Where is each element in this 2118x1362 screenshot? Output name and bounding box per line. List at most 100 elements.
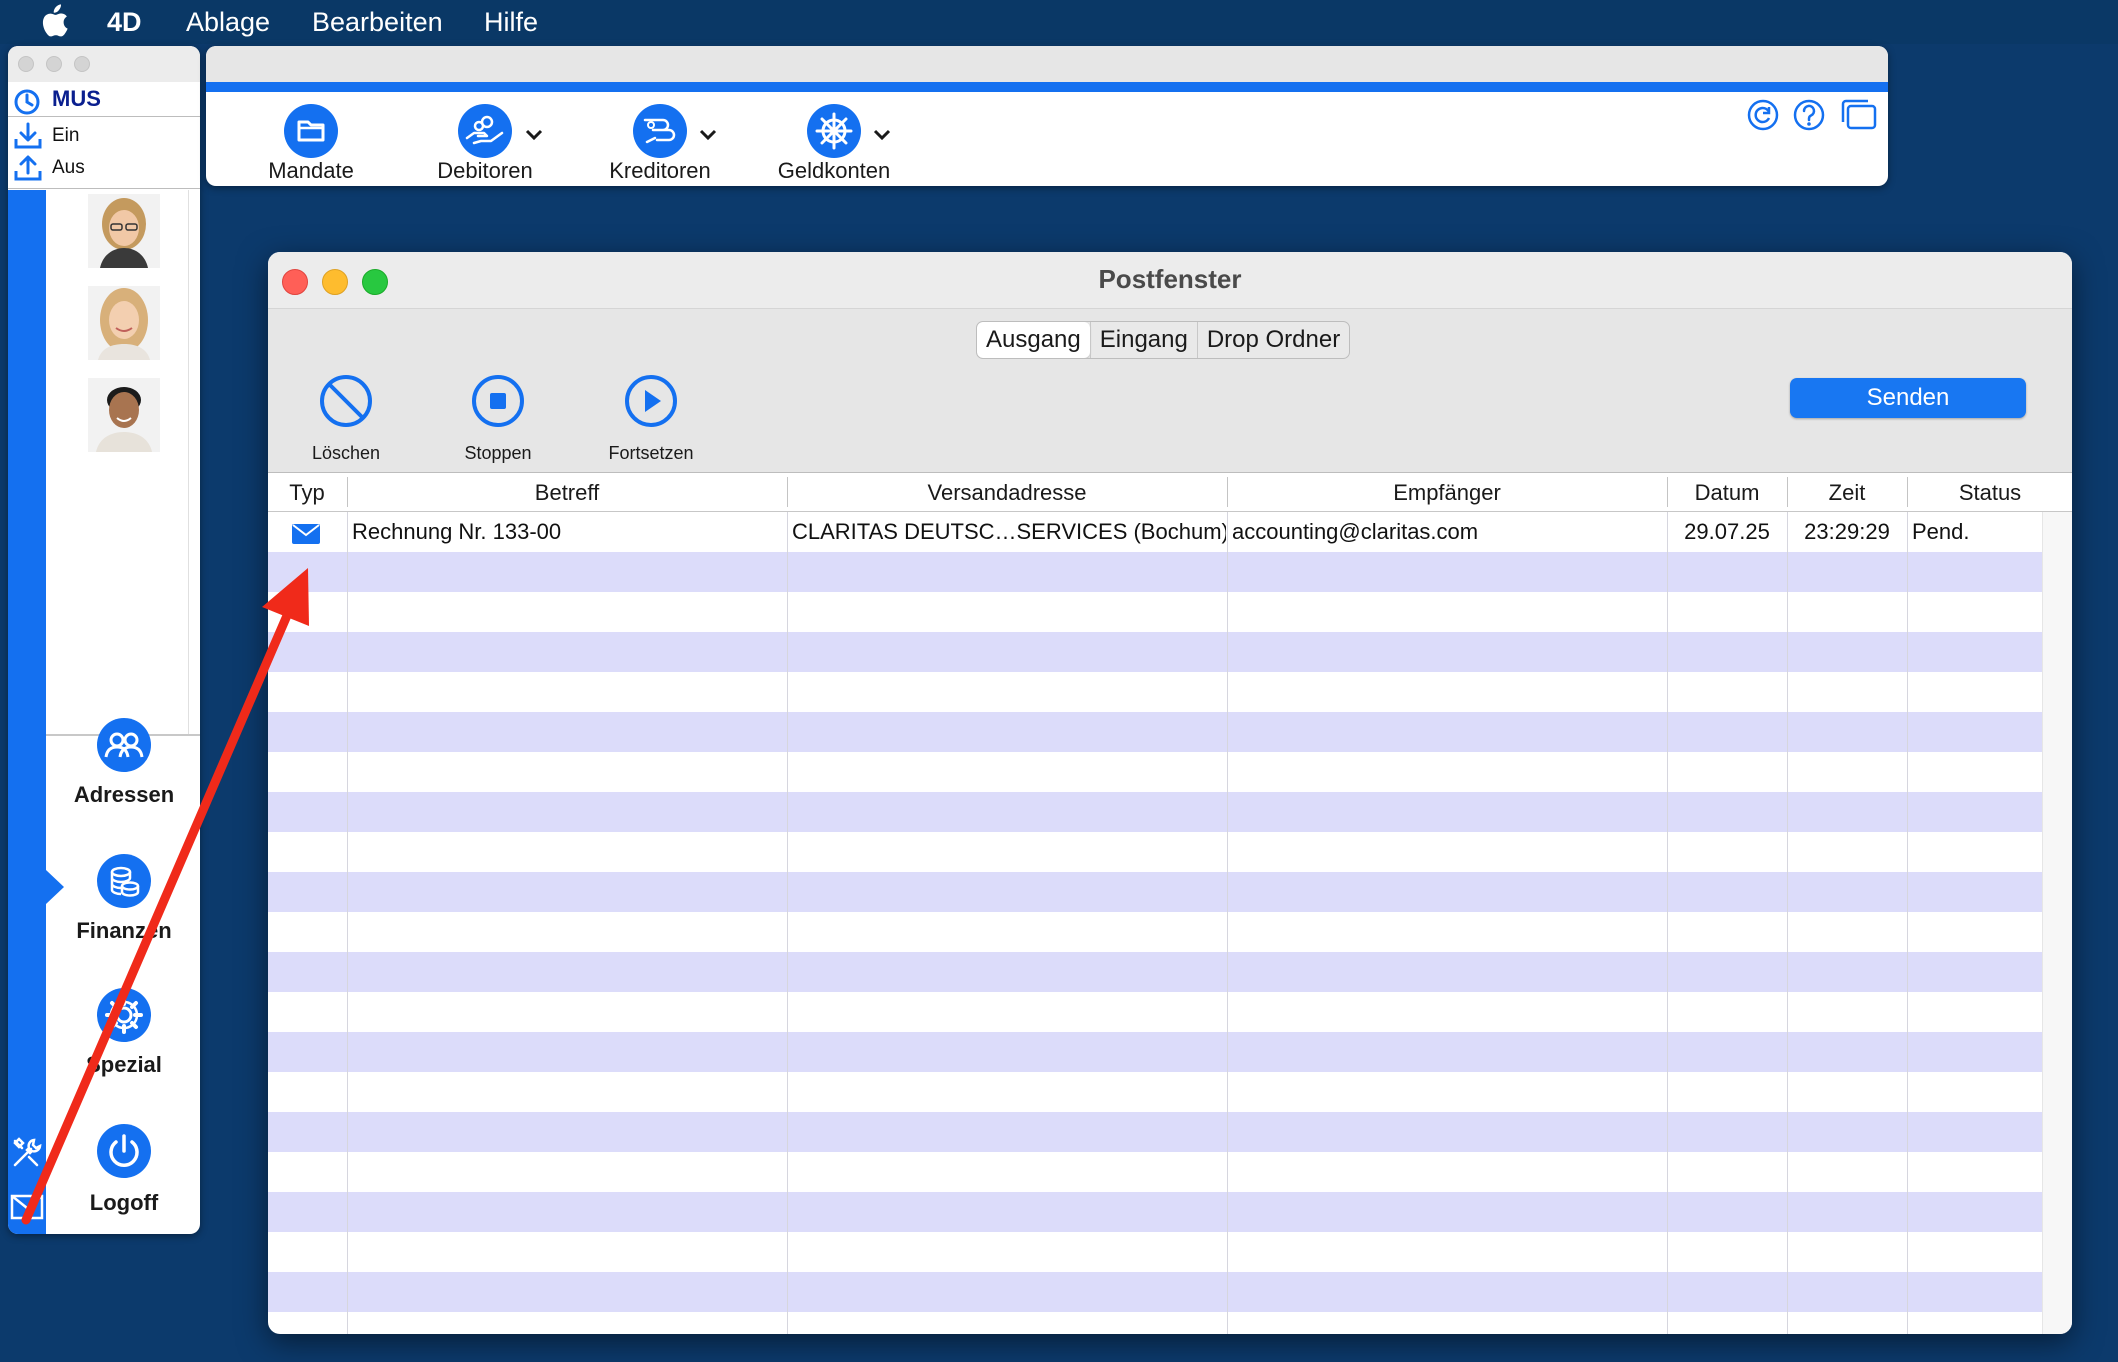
folder-icon[interactable] — [284, 104, 338, 158]
gear-icon[interactable] — [97, 988, 151, 1042]
avatar[interactable] — [88, 286, 160, 360]
menu-app-4d[interactable]: 4D — [107, 5, 142, 39]
tab-eingang[interactable]: Eingang — [1089, 322, 1197, 358]
table-row[interactable] — [268, 592, 2042, 632]
table-header: Typ Betreff Versandadresse Empfänger Dat… — [268, 473, 2072, 512]
window-minimize-button[interactable] — [46, 56, 62, 72]
avatar[interactable] — [88, 194, 160, 268]
table-row[interactable] — [268, 1152, 2042, 1192]
column-divider[interactable] — [787, 477, 788, 507]
table-row[interactable] — [268, 872, 2042, 912]
nav-adressen-label[interactable]: Adressen — [44, 782, 200, 808]
column-divider — [1227, 512, 1228, 1334]
table-row[interactable] — [268, 552, 2042, 592]
table-row[interactable] — [268, 1032, 2042, 1072]
sidebar-accent-bar — [8, 190, 46, 1234]
toolbar-debitoren-label[interactable]: Debitoren — [395, 158, 575, 184]
table-row[interactable] — [268, 952, 2042, 992]
prohibit-icon[interactable] — [318, 373, 374, 429]
resume-label[interactable]: Fortsetzen — [586, 443, 716, 464]
table-row[interactable] — [268, 992, 2042, 1032]
people-icon[interactable] — [97, 718, 151, 772]
column-header-zeit[interactable]: Zeit — [1788, 473, 1906, 511]
nav-spezial-label[interactable]: Spezial — [44, 1052, 200, 1078]
postfenster-window: Postfenster Ausgang Eingang Drop Ordner … — [268, 252, 2072, 1334]
column-divider[interactable] — [1667, 477, 1668, 507]
coins-icon[interactable] — [97, 854, 151, 908]
in-label[interactable]: Ein — [52, 125, 79, 147]
table-row[interactable] — [268, 912, 2042, 952]
windows-icon[interactable] — [1840, 98, 1878, 132]
ship-wheel-icon[interactable] — [807, 104, 861, 158]
column-divider[interactable] — [1787, 477, 1788, 507]
menu-ablage[interactable]: Ablage — [186, 5, 270, 39]
nav-finanzen-label[interactable]: Finanzen — [44, 918, 200, 944]
debitoren-menu-chevron-icon[interactable] — [524, 128, 544, 142]
hand-coins-outgoing-icon[interactable] — [633, 104, 687, 158]
table-row[interactable] — [268, 1232, 2042, 1272]
send-button[interactable]: Senden — [1790, 378, 2026, 418]
avatar[interactable] — [88, 378, 160, 452]
table-row[interactable] — [268, 792, 2042, 832]
hand-coins-icon[interactable] — [458, 104, 512, 158]
tab-drop-ordner[interactable]: Drop Ordner — [1196, 322, 1349, 358]
table-row[interactable] — [268, 832, 2042, 872]
tools-icon[interactable] — [10, 1136, 44, 1170]
column-divider — [347, 512, 348, 1334]
nav-logoff-label[interactable]: Logoff — [44, 1190, 200, 1216]
power-icon[interactable] — [97, 1124, 151, 1178]
geldkonten-menu-chevron-icon[interactable] — [872, 128, 892, 142]
help-icon[interactable] — [1792, 98, 1826, 132]
column-header-datum[interactable]: Datum — [1668, 473, 1786, 511]
menu-bearbeiten[interactable]: Bearbeiten — [312, 5, 443, 39]
cell-zeit: 23:29:29 — [1804, 519, 1890, 544]
column-divider — [1907, 512, 1908, 1334]
user-short-name[interactable]: MUS — [52, 86, 101, 112]
tab-ausgang[interactable]: Ausgang — [977, 322, 1090, 358]
table-row[interactable] — [268, 712, 2042, 752]
selection-indicator-icon — [46, 870, 66, 904]
postfenster-titlebar: Postfenster — [268, 252, 2072, 309]
window-close-button[interactable] — [18, 56, 34, 72]
toolbar-mandate-label[interactable]: Mandate — [221, 158, 401, 184]
delete-label[interactable]: Löschen — [281, 443, 411, 464]
kreditoren-menu-chevron-icon[interactable] — [698, 128, 718, 142]
upload-icon[interactable] — [13, 154, 43, 182]
toolbar-accent-bar — [206, 82, 1888, 92]
out-label[interactable]: Aus — [52, 157, 85, 179]
cell-versandadresse: CLARITAS DEUTSC…SERVICES (Bochum) — [792, 519, 1226, 544]
column-divider[interactable] — [1227, 477, 1228, 507]
column-divider[interactable] — [1907, 477, 1908, 507]
table-row[interactable] — [268, 632, 2042, 672]
table-row[interactable] — [268, 1312, 2042, 1334]
toolbar-kreditoren-label[interactable]: Kreditoren — [570, 158, 750, 184]
table-row[interactable] — [268, 672, 2042, 712]
table-row[interactable] — [268, 1272, 2042, 1312]
column-divider[interactable] — [347, 477, 348, 507]
table-row[interactable] — [268, 1112, 2042, 1152]
table-row[interactable]: Rechnung Nr. 133-00 CLARITAS DEUTSC…SERV… — [268, 512, 2042, 552]
divider — [8, 116, 200, 117]
column-header-empfaenger[interactable]: Empfänger — [1228, 473, 1666, 511]
column-header-betreff[interactable]: Betreff — [348, 473, 786, 511]
menu-hilfe[interactable]: Hilfe — [484, 5, 538, 39]
play-icon[interactable] — [623, 373, 679, 429]
toolbar-geldkonten-label[interactable]: Geldkonten — [744, 158, 924, 184]
column-header-typ[interactable]: Typ — [268, 473, 346, 511]
apple-icon[interactable] — [40, 4, 68, 38]
divider — [8, 188, 200, 189]
column-header-versandadresse[interactable]: Versandadresse — [788, 473, 1226, 511]
stop-icon[interactable] — [470, 373, 526, 429]
table-row[interactable] — [268, 1072, 2042, 1112]
column-header-status[interactable]: Status — [1908, 473, 2072, 511]
menu-bar: 4D Ablage Bearbeiten Hilfe — [0, 0, 2118, 44]
left-panel-window: MUS Ein Aus Adressen Finanzen Spezial Lo… — [8, 46, 200, 1234]
vertical-scrollbar[interactable] — [2042, 512, 2072, 1334]
window-zoom-button[interactable] — [74, 56, 90, 72]
mail-window-icon[interactable] — [10, 1192, 44, 1222]
download-icon[interactable] — [13, 122, 43, 150]
table-row[interactable] — [268, 752, 2042, 792]
refresh-icon[interactable] — [1746, 98, 1780, 132]
stop-label[interactable]: Stoppen — [433, 443, 563, 464]
table-row[interactable] — [268, 1192, 2042, 1232]
